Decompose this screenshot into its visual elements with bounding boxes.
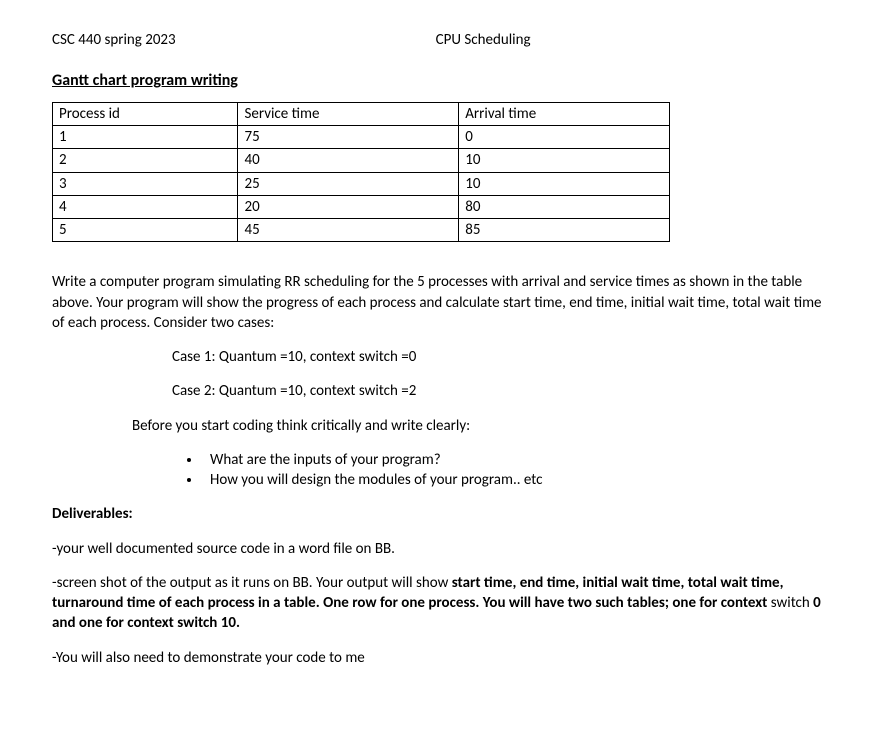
- think-preamble: Before you start coding think critically…: [132, 416, 825, 436]
- table-cell: 25: [238, 172, 459, 195]
- table-cell: 5: [53, 219, 238, 242]
- table-row: 5 45 85: [53, 219, 670, 242]
- table-header-cell: Service time: [238, 102, 459, 125]
- deliverable-item-2: -screen shot of the output as it runs on…: [52, 573, 825, 634]
- table-cell: 20: [238, 195, 459, 218]
- table-header-cell: Process id: [53, 102, 238, 125]
- process-table: Process id Service time Arrival time 1 7…: [52, 102, 670, 243]
- deliverables-heading: Deliverables:: [52, 504, 825, 524]
- deliverable-item-1: -your well documented source code in a w…: [52, 539, 825, 559]
- course-label: CSC 440 spring 2023: [52, 30, 176, 50]
- table-row: 3 25 10: [53, 172, 670, 195]
- table-cell: 75: [238, 126, 459, 149]
- table-cell: 3: [53, 172, 238, 195]
- table-cell: 1: [53, 126, 238, 149]
- table-cell: 45: [238, 219, 459, 242]
- table-header-cell: Arrival time: [459, 102, 670, 125]
- deliv2-text-mid: switch: [771, 594, 813, 612]
- table-row: 2 40 10: [53, 149, 670, 172]
- deliverable-item-3: -You will also need to demonstrate your …: [52, 648, 825, 668]
- list-item: How you will design the modules of your …: [202, 470, 825, 490]
- table-cell: 2: [53, 149, 238, 172]
- table-header-row: Process id Service time Arrival time: [53, 102, 670, 125]
- case-2-text: Case 2: Quantum =10, context switch =2: [172, 381, 825, 401]
- think-bullet-list: What are the inputs of your program? How…: [202, 450, 825, 491]
- case-1-text: Case 1: Quantum =10, context switch =0: [172, 347, 825, 367]
- table-row: 4 20 80: [53, 195, 670, 218]
- table-cell: 10: [459, 172, 670, 195]
- table-cell: 4: [53, 195, 238, 218]
- table-cell: 80: [459, 195, 670, 218]
- document-header: CSC 440 spring 2023 CPU Scheduling: [52, 30, 825, 50]
- intro-paragraph: Write a computer program simulating RR s…: [52, 272, 825, 333]
- deliv2-text-a: -screen shot of the output as it runs on…: [52, 574, 452, 592]
- table-cell: 10: [459, 149, 670, 172]
- table-cell: 85: [459, 219, 670, 242]
- table-cell: 0: [459, 126, 670, 149]
- table-row: 1 75 0: [53, 126, 670, 149]
- table-cell: 40: [238, 149, 459, 172]
- document-title: Gantt chart program writing: [52, 70, 825, 92]
- subject-label: CPU Scheduling: [436, 30, 531, 50]
- list-item: What are the inputs of your program?: [202, 450, 825, 470]
